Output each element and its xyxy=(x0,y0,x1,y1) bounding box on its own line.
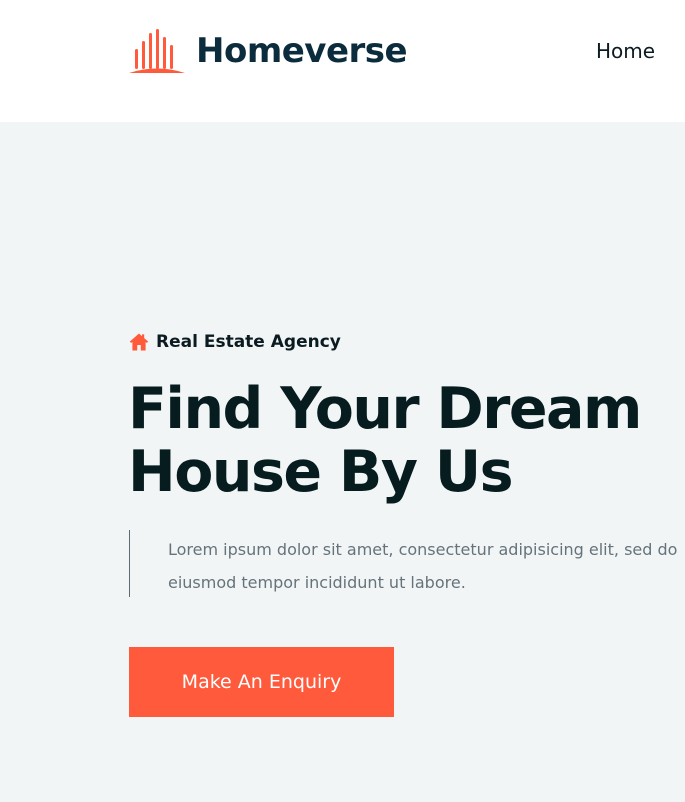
hero-title: Find Your Dream House By Us xyxy=(128,378,685,504)
hero-section: Real Estate Agency Find Your Dream House… xyxy=(0,122,685,802)
building-bars-icon xyxy=(129,29,185,73)
hero-title-line-2: House By Us xyxy=(128,439,514,505)
hero-description: Lorem ipsum dolor sit amet, consectetur … xyxy=(129,530,685,597)
nav-link-home[interactable]: Home xyxy=(596,37,655,65)
logo-link[interactable]: Homeverse xyxy=(128,28,408,74)
hero-subtitle: Real Estate Agency xyxy=(129,330,341,354)
site-header: Homeverse Home xyxy=(0,0,685,122)
house-icon xyxy=(129,333,149,351)
logo-text: Homeverse xyxy=(196,31,408,71)
hero-subtitle-text: Real Estate Agency xyxy=(156,332,341,352)
make-enquiry-button[interactable]: Make An Enquiry xyxy=(129,647,394,717)
hero-title-line-1: Find Your Dream xyxy=(128,376,642,442)
